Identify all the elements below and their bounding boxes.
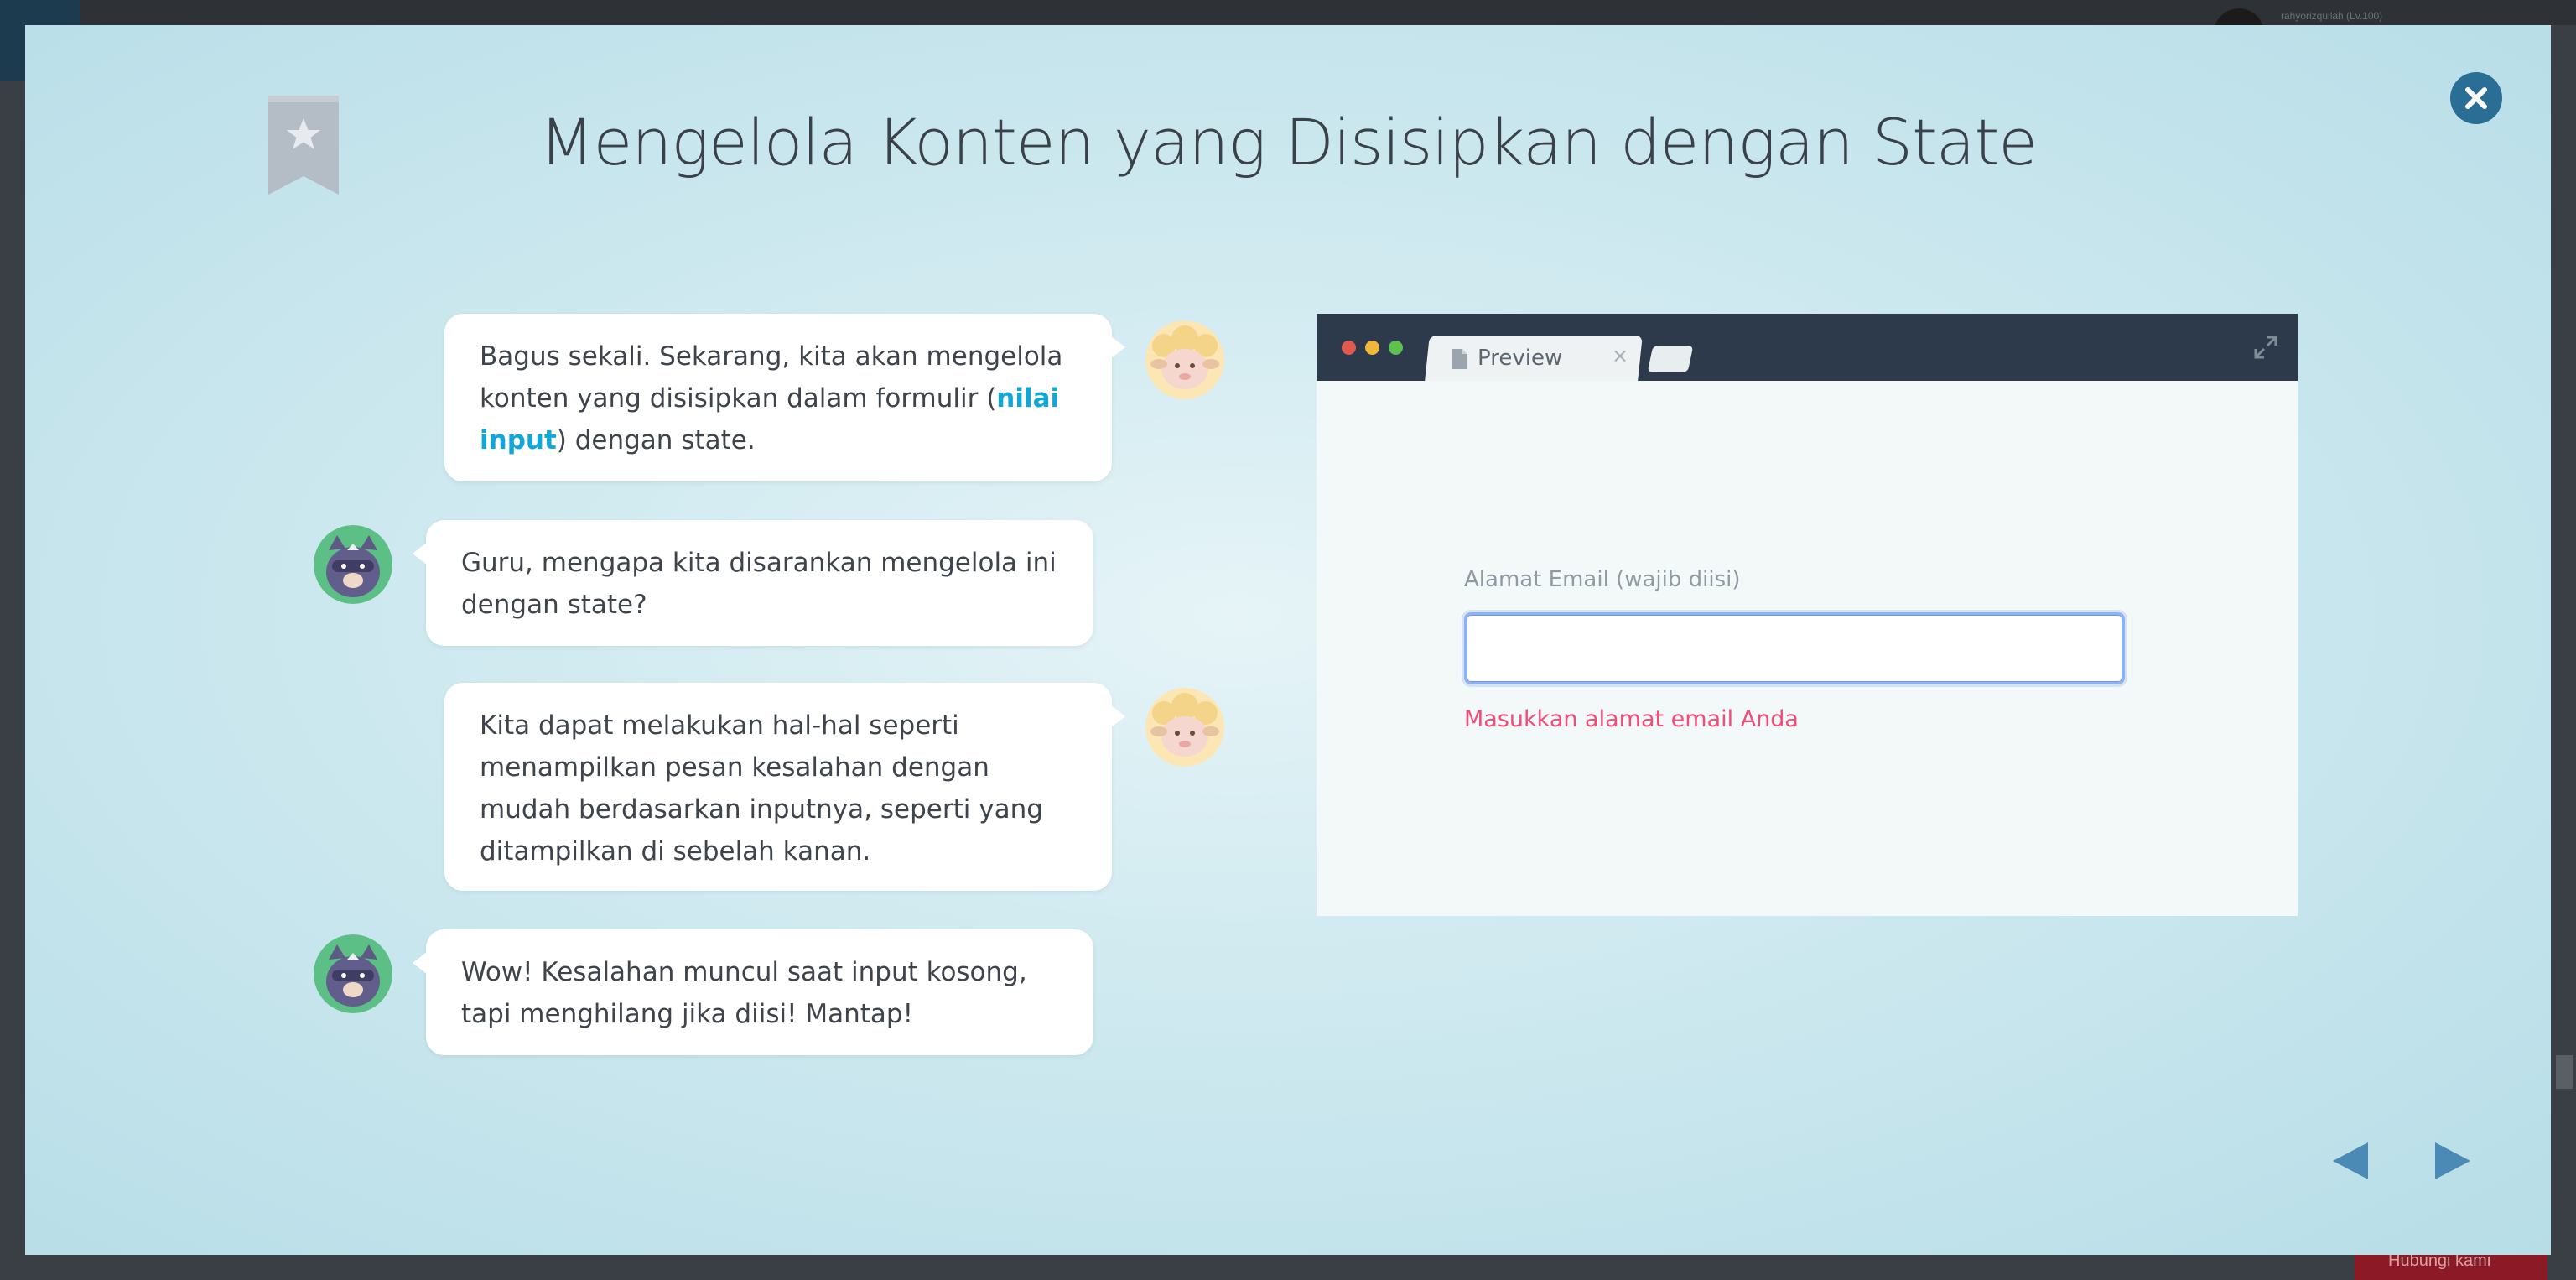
chat-bubble-teacher: Kita dapat melakukan hal-hal seperti men… bbox=[444, 683, 1125, 891]
email-error-message: Masukkan alamat email Anda bbox=[1464, 706, 1799, 732]
chat-bubble-teacher: Bagus sekali. Sekarang, kita akan mengel… bbox=[444, 314, 1125, 481]
teacher-sheep-avatar bbox=[1145, 688, 1224, 767]
triangle-left-icon[interactable] bbox=[2326, 1136, 2376, 1186]
expand-icon[interactable] bbox=[2252, 334, 2279, 364]
close-icon[interactable] bbox=[2450, 72, 2502, 124]
student-cat-avatar bbox=[314, 525, 392, 604]
window-maximize-dot bbox=[1389, 341, 1403, 355]
email-field[interactable] bbox=[1464, 612, 2125, 684]
lesson-modal: Mengelola Konten yang Disisipkan dengan … bbox=[25, 25, 2551, 1255]
window-minimize-dot bbox=[1365, 341, 1379, 355]
preview-tab-label: Preview bbox=[1478, 346, 1563, 371]
teacher-sheep-avatar bbox=[1145, 320, 1224, 399]
preview-title-bar: Preview × bbox=[1317, 314, 2298, 381]
triangle-right-icon[interactable] bbox=[2427, 1136, 2477, 1186]
chat-bubble-student: Guru, mengapa kita disarankan mengelola … bbox=[413, 520, 1093, 646]
app-top-bar bbox=[0, 0, 2576, 25]
document-icon bbox=[1452, 349, 1467, 372]
preview-window: Preview × Alamat Email (wajib diisi) Mas… bbox=[1317, 314, 2298, 916]
preview-tab[interactable]: Preview × bbox=[1436, 336, 1637, 381]
page-scrollbar[interactable] bbox=[2556, 1055, 2573, 1089]
student-cat-avatar bbox=[314, 934, 392, 1013]
window-close-dot bbox=[1342, 341, 1356, 355]
new-tab-button[interactable] bbox=[1647, 346, 1694, 372]
lesson-title: Mengelola Konten yang Disisipkan dengan … bbox=[538, 105, 2038, 180]
chat-bubble-student: Wow! Kesalahan muncul saat input kosong,… bbox=[413, 929, 1093, 1055]
email-field-label: Alamat Email (wajib diisi) bbox=[1464, 567, 1741, 592]
tab-close-icon[interactable]: × bbox=[1612, 344, 1628, 367]
user-name: rahyorizqullah (Lv.100) bbox=[2281, 10, 2383, 22]
